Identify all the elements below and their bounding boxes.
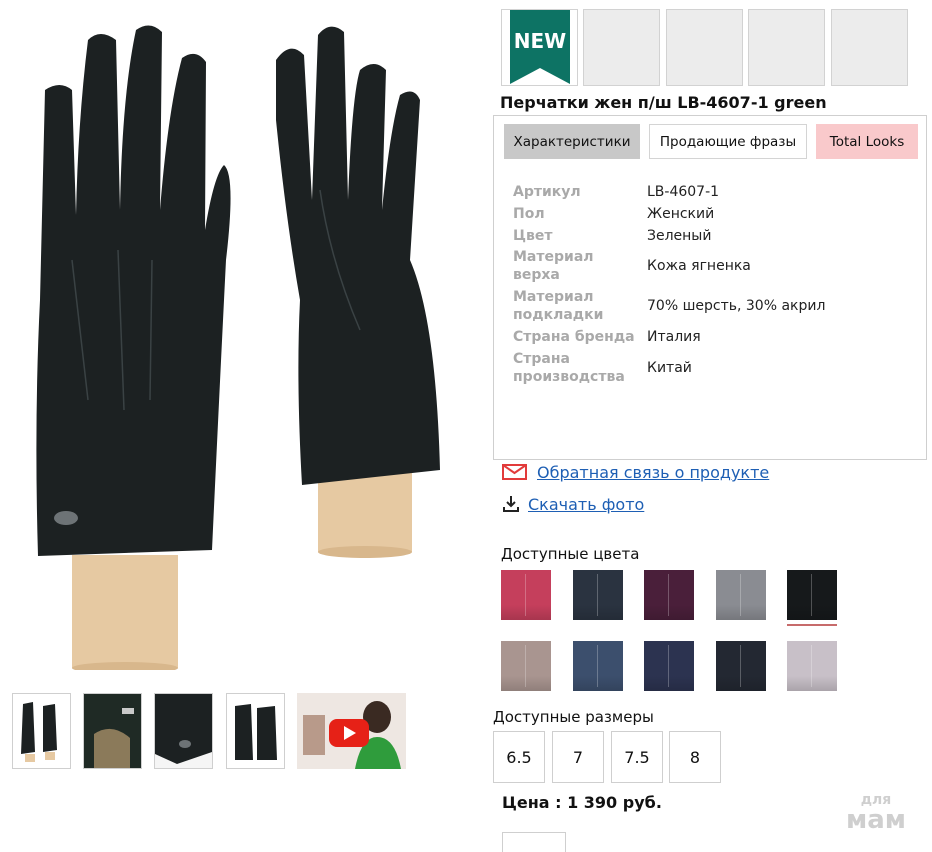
spec-value: 70% шерсть, 30% акрил: [647, 298, 826, 314]
mail-icon: [502, 464, 527, 480]
thumbnail-1[interactable]: [12, 693, 71, 769]
spec-label: Материал подкладки: [513, 289, 604, 323]
size-option[interactable]: 8: [669, 731, 721, 783]
spec-label: Материал верха: [513, 249, 594, 283]
product-title: Перчатки жен п/ш LB-4607-1 green: [500, 93, 827, 112]
color-swatch[interactable]: [787, 570, 837, 620]
spec-value: Кожа ягненка: [647, 258, 751, 274]
spec-value: Китай: [647, 360, 692, 376]
badge-tile-empty: [583, 9, 660, 86]
watermark-logo: для мам: [846, 792, 907, 835]
color-swatch[interactable]: [573, 570, 623, 620]
badge-tile-empty: [831, 9, 908, 86]
tab-total-looks[interactable]: Total Looks: [816, 124, 918, 159]
tab-selling-phrases[interactable]: Продающие фразы: [649, 124, 807, 159]
colors-title: Доступные цвета: [501, 545, 640, 563]
feedback-link[interactable]: Обратная связь о продукте: [537, 463, 769, 482]
spec-label: Цвет: [513, 228, 553, 244]
color-swatch[interactable]: [573, 641, 623, 691]
color-swatch[interactable]: [644, 641, 694, 691]
svg-text:NEW: NEW: [514, 29, 566, 53]
color-swatch[interactable]: [501, 641, 551, 691]
selected-color-indicator: [787, 624, 837, 626]
play-icon: [329, 719, 369, 747]
download-icon: [503, 496, 519, 512]
color-swatch[interactable]: [716, 570, 766, 620]
specs-panel: Характеристики Продающие фразы Total Loo…: [493, 115, 927, 460]
spec-value: Италия: [647, 329, 701, 345]
color-swatch[interactable]: [716, 641, 766, 691]
spec-label: Страна производства: [513, 351, 625, 385]
badge-tile-empty: [666, 9, 743, 86]
size-option[interactable]: 7.5: [611, 731, 663, 783]
quantity-input[interactable]: [502, 832, 566, 852]
badge-tile-empty: [748, 9, 825, 86]
new-badge-icon: NEW: [510, 10, 570, 84]
spec-label: Артикул: [513, 184, 581, 200]
sizes-title: Доступные размеры: [493, 708, 654, 726]
product-main-image[interactable]: [0, 0, 480, 670]
video-thumbnail[interactable]: [297, 693, 406, 769]
tab-characteristics[interactable]: Характеристики: [504, 124, 640, 159]
thumbnail-3[interactable]: [154, 693, 213, 769]
download-photo-link[interactable]: Скачать фото: [528, 495, 644, 514]
thumbnail-4[interactable]: [226, 693, 285, 769]
thumbnail-2[interactable]: [83, 693, 142, 769]
spec-label: Страна бренда: [513, 329, 635, 345]
size-option[interactable]: 7: [552, 731, 604, 783]
spec-label: Пол: [513, 206, 545, 222]
color-swatch[interactable]: [644, 570, 694, 620]
color-swatch[interactable]: [787, 641, 837, 691]
badge-tile-new: NEW: [501, 9, 578, 86]
spec-value: LB-4607-1: [647, 184, 720, 200]
spec-value: Зеленый: [647, 228, 712, 244]
size-option[interactable]: 6.5: [493, 731, 545, 783]
color-swatch[interactable]: [501, 570, 551, 620]
spec-value: Женский: [647, 206, 715, 222]
price: Цена : 1 390 руб.: [502, 793, 662, 812]
